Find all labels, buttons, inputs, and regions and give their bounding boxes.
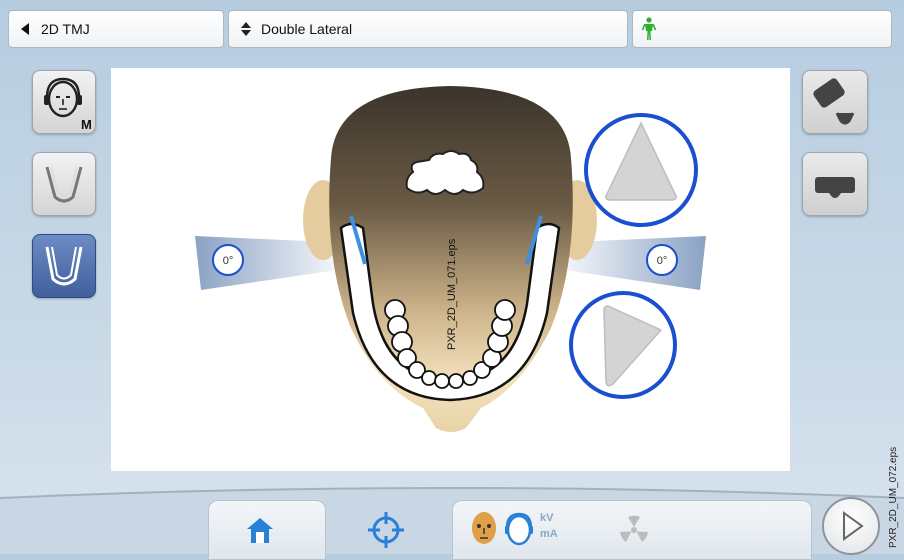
program-selector[interactable]: 2D TMJ [8,10,224,48]
head-positioning-button[interactable]: M [32,70,96,134]
bite-block-icon [813,78,855,125]
bite-block-button[interactable] [802,70,868,134]
bottom-bar: kV mA [0,478,904,560]
side-figure-label: PXR_2D_UM_072.eps [888,446,899,548]
projection-label: Double Lateral [261,21,353,37]
projection-selector[interactable]: Double Lateral [228,10,628,48]
jaw-outline-button[interactable] [32,152,96,216]
move-right-button[interactable] [569,291,677,399]
back-arrow-icon[interactable] [21,23,29,35]
top-bar: 2D TMJ Double Lateral [8,10,892,50]
move-up-button[interactable] [584,113,698,227]
home-icon[interactable] [244,514,276,546]
head-diagram: PXR_2D_UM_071.eps 0° 0° [195,86,706,432]
patient-standing-icon [641,17,657,40]
start-button[interactable] [822,497,880,555]
patient-settings-icon[interactable] [503,508,537,550]
jaw-selected-button[interactable] [32,234,96,298]
right-angle-value: 0° [657,255,668,267]
jaw-selected-icon [45,246,83,286]
up-down-arrows-icon[interactable] [241,22,251,36]
kv-label: kV [540,512,554,524]
play-icon [843,511,864,541]
program-label: 2D TMJ [41,21,90,37]
mode-badge: M [81,117,92,132]
chin-rest-button[interactable] [802,152,868,216]
positioning-canvas: PXR_2D_UM_071.eps 0° 0° [111,68,790,471]
target-icon[interactable] [366,510,406,550]
head-positioning-icon: M [44,77,92,132]
chin-rest-icon [815,177,855,198]
left-angle-value: 0° [223,255,234,267]
jaw-outline-icon [45,166,83,203]
patient-face-icon[interactable] [468,508,500,550]
figure-label: PXR_2D_UM_071.eps [446,238,458,350]
patient-type-selector[interactable] [632,10,892,48]
radiation-icon[interactable] [616,512,652,548]
ma-label: mA [540,528,558,540]
